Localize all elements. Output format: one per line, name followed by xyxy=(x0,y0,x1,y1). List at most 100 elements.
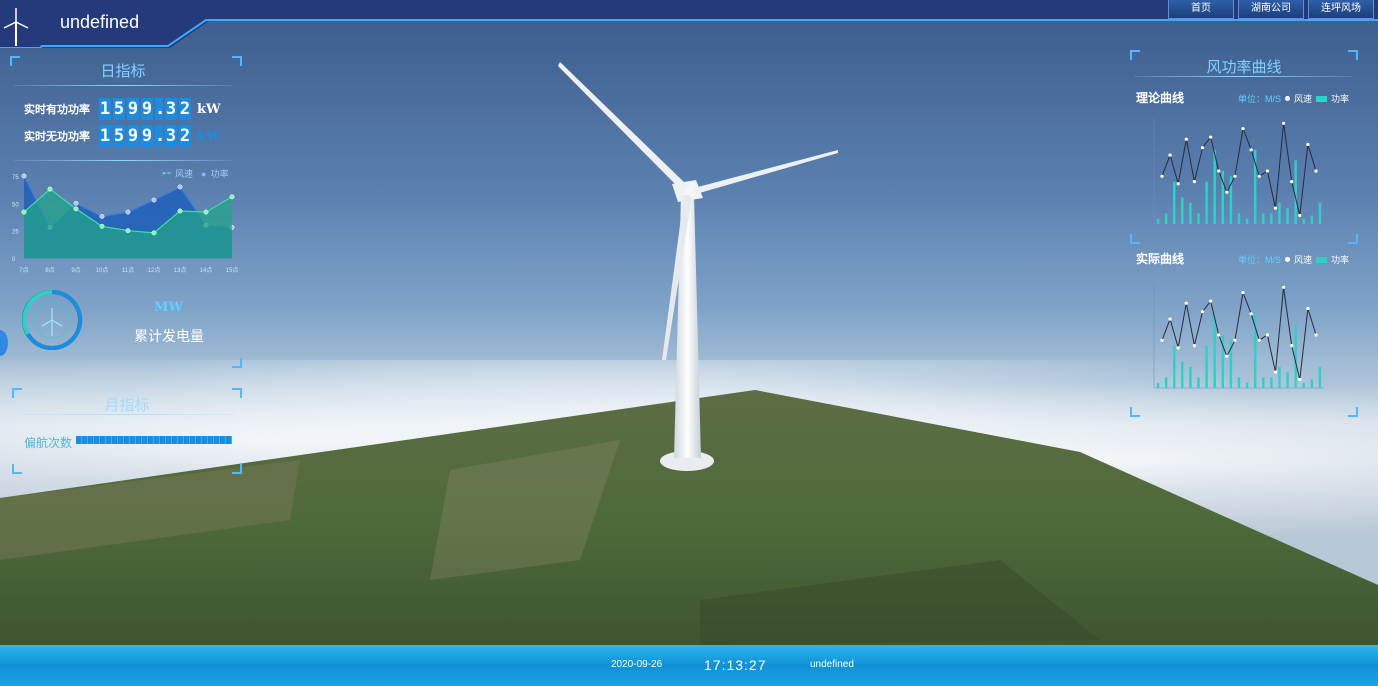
wind-turbine-logo-icon xyxy=(3,8,29,46)
wind-speed-point xyxy=(1249,312,1253,316)
wind-speed-point xyxy=(1273,206,1278,210)
frame-corner xyxy=(232,464,242,474)
digit: 9 xyxy=(141,125,153,147)
x-tick-label: 12点 xyxy=(148,266,161,274)
digit: 9 xyxy=(141,98,153,120)
power-bar xyxy=(1189,202,1192,224)
hourly-area-chart[interactable]: 0 25 50 75 7点 8点 9点 10点 11点 12点 13点 14点 15点 xyxy=(10,168,238,284)
data-point xyxy=(47,186,53,192)
power-bar xyxy=(1164,377,1168,388)
wind-speed-point xyxy=(1184,137,1188,141)
wind-speed-point xyxy=(1217,333,1221,337)
power-bar xyxy=(1237,213,1241,224)
data-point xyxy=(229,194,235,200)
theory-curve-chart[interactable] xyxy=(1136,108,1350,236)
wind-speed-point xyxy=(1265,169,1269,173)
power-bar xyxy=(1189,366,1192,388)
wind-speed-point xyxy=(1249,148,1253,152)
y-tick-label: 75 xyxy=(12,175,19,181)
data-point xyxy=(177,208,183,214)
power-bar xyxy=(1245,382,1249,388)
reactive-power-digits: 1 5 9 9 . 3 2 xyxy=(99,125,191,147)
power-bar xyxy=(1270,213,1273,224)
x-tick-label: 10点 xyxy=(96,266,109,274)
gauge-unit: MW xyxy=(154,300,183,315)
digit: 3 xyxy=(165,125,177,147)
actual-curve-chart[interactable] xyxy=(1136,272,1350,400)
wind-speed-point xyxy=(1290,180,1294,184)
digit: 1 xyxy=(99,98,111,120)
wind-speed-line xyxy=(1161,287,1317,380)
cumulative-generation-label: 累计发电量 xyxy=(134,328,204,344)
power-bar xyxy=(1197,377,1200,388)
actual-curve-title: 实际曲线 xyxy=(1136,252,1185,266)
y-tick-label: 25 xyxy=(12,230,19,236)
wind-speed-point xyxy=(1176,182,1180,186)
x-tick-label: 8点 xyxy=(45,266,54,274)
nav-home-button[interactable]: 首页 xyxy=(1168,0,1234,19)
data-point xyxy=(177,184,183,190)
power-bar xyxy=(1173,181,1176,224)
active-power-digits: 1 5 9 9 . 3 2 xyxy=(99,98,191,120)
x-tick-label: 9点 xyxy=(71,266,80,274)
power-bar xyxy=(1197,213,1200,224)
x-tick-label: 11点 xyxy=(122,266,134,274)
active-power-label: 实时有功功率 xyxy=(24,104,90,116)
wind-speed-point xyxy=(1257,174,1261,178)
data-point xyxy=(99,214,105,219)
power-bar xyxy=(1213,313,1216,388)
power-bar xyxy=(1302,382,1305,388)
wind-speed-point xyxy=(1233,174,1237,178)
yaw-count-label: 偏航次数 xyxy=(24,436,73,450)
x-tick-label: 7点 xyxy=(19,266,28,274)
nav-windfarm-button[interactable]: 连坪风场 xyxy=(1308,0,1374,19)
power-bar xyxy=(1156,382,1160,388)
legend-speed-dot xyxy=(1285,257,1291,262)
frame-corner xyxy=(1130,407,1140,417)
legend-power-label: 功率 xyxy=(1331,94,1350,104)
frame-corner xyxy=(1348,407,1358,417)
power-bar xyxy=(1270,377,1273,388)
wind-speed-point xyxy=(1192,180,1197,184)
digit: 9 xyxy=(127,125,139,147)
top-header: undefined 首页 湖南公司 连坪风场 xyxy=(0,0,1378,48)
wind-speed-point xyxy=(1168,153,1172,157)
frame-corner xyxy=(1348,234,1358,244)
theory-curve-title: 理论曲线 xyxy=(1136,91,1185,105)
monthly-indicator-panel: 月指标 偏航次数 xyxy=(12,388,242,474)
power-bar xyxy=(1286,208,1289,224)
data-point xyxy=(125,228,131,234)
frame-corner xyxy=(232,56,242,66)
power-bar xyxy=(1310,215,1314,224)
wind-speed-point xyxy=(1209,299,1213,303)
nav-bar: 首页 湖南公司 连坪风场 xyxy=(1168,0,1374,19)
wind-speed-point xyxy=(1217,169,1221,173)
active-power-unit: kW xyxy=(197,101,221,117)
wind-speed-point xyxy=(1306,306,1310,311)
power-bar xyxy=(1237,377,1241,388)
legend-speed-label: 风速 xyxy=(1294,94,1313,104)
unit-label: 单位：M/S xyxy=(1238,255,1282,265)
wind-speed-point xyxy=(1192,344,1197,348)
digit: 5 xyxy=(113,98,125,120)
wind-speed-point xyxy=(1225,354,1229,358)
data-point xyxy=(99,223,105,229)
wind-speed-point xyxy=(1265,333,1269,337)
wind-speed-point xyxy=(1200,310,1205,314)
y-tick-label: 0 xyxy=(12,257,16,263)
data-point xyxy=(21,209,27,215)
wind-speed-point xyxy=(1290,344,1294,348)
power-bar xyxy=(1156,218,1160,224)
wind-speed-point xyxy=(1241,291,1245,295)
digit-dot: . xyxy=(155,125,166,147)
wind-speed-point xyxy=(1314,169,1318,173)
wind-speed-point xyxy=(1168,317,1172,321)
nav-company-button[interactable]: 湖南公司 xyxy=(1238,0,1304,19)
frame-corner xyxy=(232,358,242,368)
power-bar xyxy=(1318,366,1322,388)
daily-indicator-panel: 日指标 实时有功功率 1 5 9 9 . 3 2 kW 实时无功功率 1 5 9… xyxy=(10,56,242,368)
active-power-row: 实时有功功率 1 5 9 9 . 3 2 kW xyxy=(24,98,221,120)
data-point xyxy=(73,206,79,212)
footer-time: 17:13:27 xyxy=(704,657,767,673)
digit: 3 xyxy=(165,98,177,120)
